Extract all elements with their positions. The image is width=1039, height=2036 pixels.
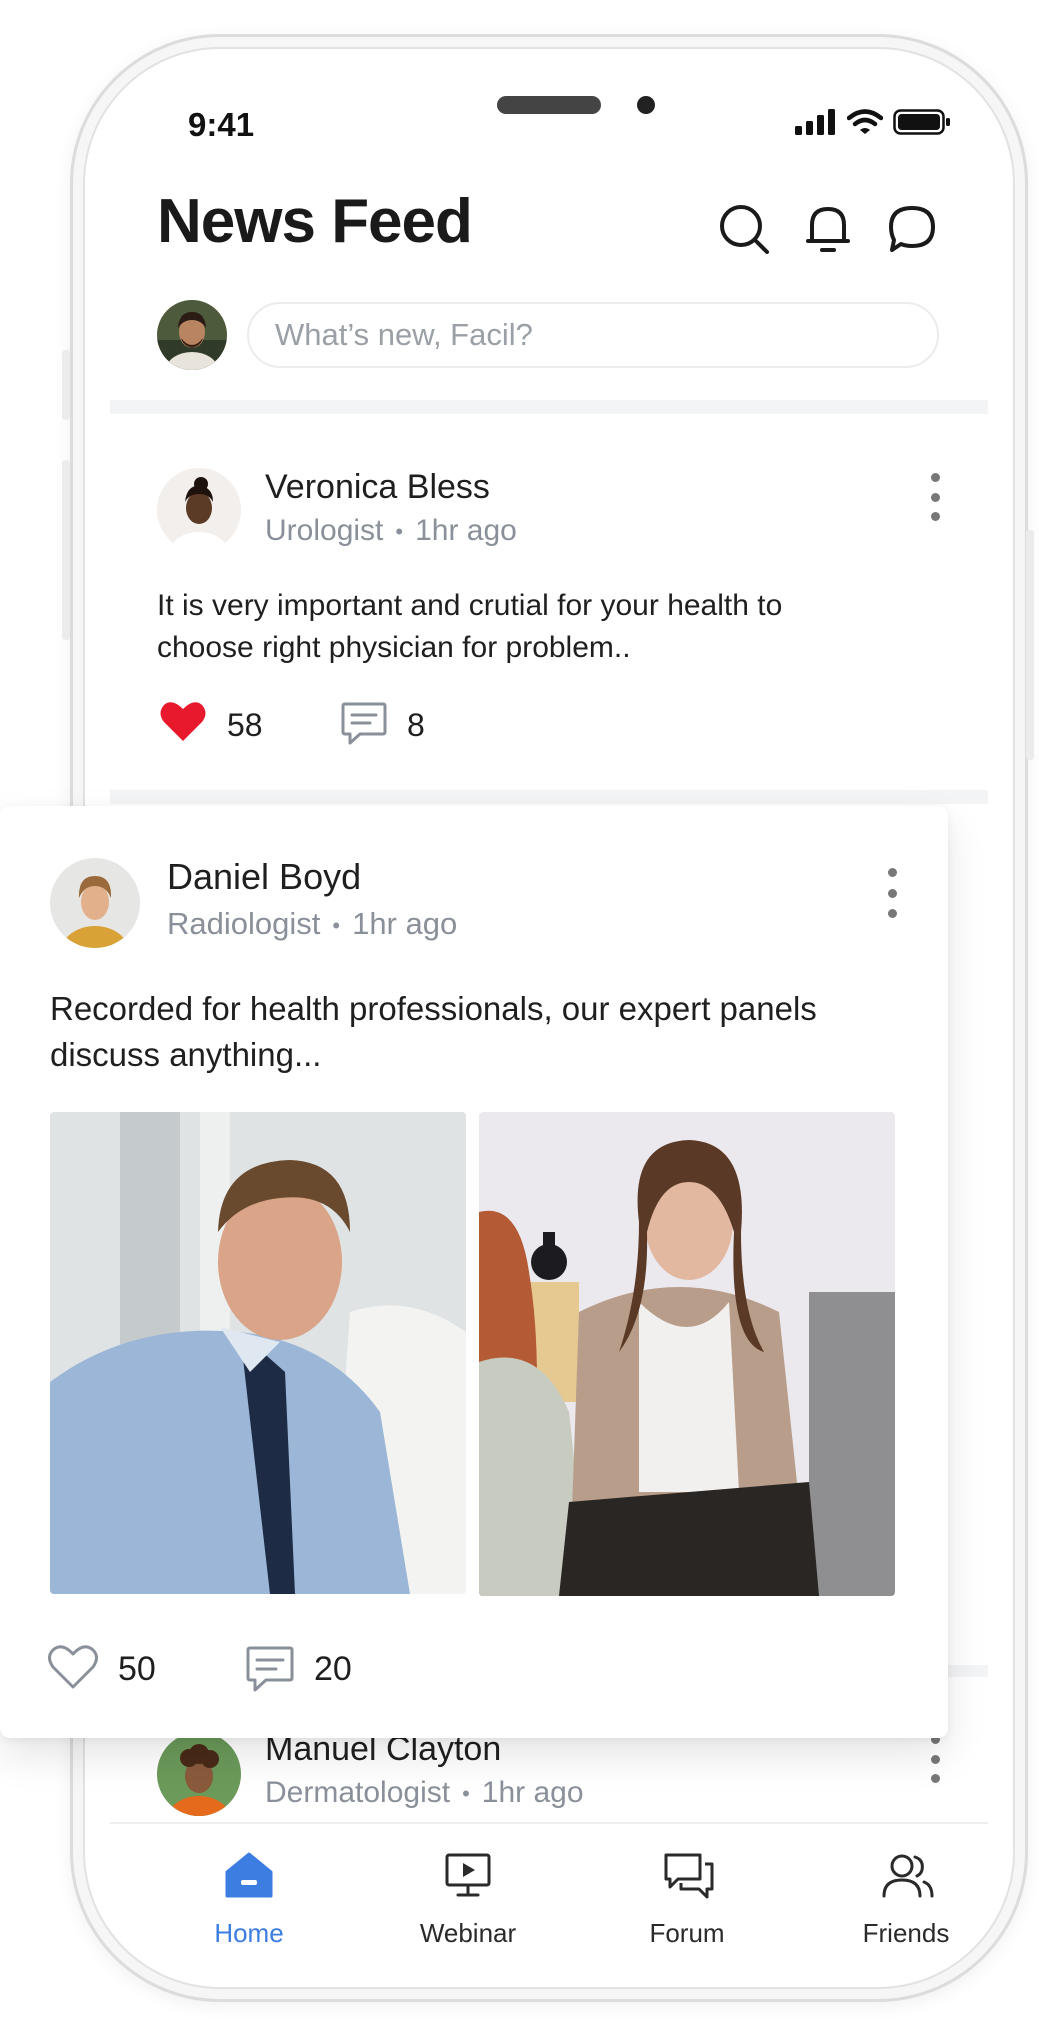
status-time: 9:41 [188, 106, 255, 143]
monitor-play-icon [445, 1853, 491, 1897]
user-avatar[interactable] [157, 300, 227, 370]
post-meta: Radiologist • 1hr ago [167, 906, 457, 942]
speaker-notch [497, 96, 601, 114]
signal-icon [795, 109, 835, 135]
author-role: Urologist [265, 514, 384, 547]
bell-icon[interactable] [802, 203, 854, 255]
message-bubble-icon[interactable] [886, 203, 938, 255]
nav-home[interactable]: Home [169, 1824, 329, 1964]
page-title: News Feed [157, 187, 473, 256]
meta-separator: • [332, 912, 341, 938]
post-card-highlighted[interactable]: Daniel Boyd Radiologist • 1hr ago Recorded… [0, 806, 948, 1738]
author-avatar[interactable] [50, 858, 140, 948]
post-time: 1hr ago [415, 514, 517, 547]
wifi-icon [847, 109, 883, 134]
post-image-doctors[interactable] [50, 1112, 466, 1594]
status-icons [795, 109, 951, 135]
comment-count: 20 [314, 1650, 352, 1688]
post-meta: Urologist • 1hr ago [265, 514, 517, 548]
post-time: 1hr ago [481, 1776, 584, 1809]
home-icon [225, 1852, 273, 1898]
like-count: 50 [118, 1650, 156, 1688]
more-options-icon[interactable] [929, 473, 941, 521]
nav-label: Webinar [419, 1918, 517, 1948]
like-count: 58 [227, 707, 263, 743]
post-text: Recorded for health professionals, our e… [50, 990, 817, 1073]
post-meta: Dermatologist • 1hr ago [265, 1776, 584, 1810]
author-avatar[interactable] [157, 468, 241, 552]
author-name[interactable]: Daniel Boyd [167, 856, 361, 898]
heart-filled-icon[interactable] [160, 700, 206, 742]
comment-icon[interactable] [340, 700, 388, 746]
post-image-consultation[interactable] [479, 1112, 895, 1596]
heart-outline-icon[interactable] [48, 1644, 98, 1690]
meta-separator: • [395, 519, 404, 545]
nav-friends[interactable]: Friends [826, 1824, 986, 1964]
chat-bubbles-icon [664, 1853, 714, 1899]
nav-label: Home [214, 1918, 284, 1948]
phone-side-button [62, 350, 70, 420]
bottom-nav: Home Webinar Forum Friends [110, 1822, 988, 1968]
users-icon [882, 1854, 934, 1898]
phone-side-button [62, 460, 70, 640]
post-text: It is very important and crutial for you… [157, 589, 783, 664]
meta-separator: • [462, 1781, 470, 1807]
more-options-icon[interactable] [929, 1735, 941, 1783]
front-camera [637, 96, 655, 114]
divider [110, 400, 988, 414]
nav-label: Forum [649, 1918, 725, 1948]
author-role: Dermatologist [265, 1776, 451, 1809]
nav-label: Friends [862, 1918, 950, 1948]
battery-icon [893, 109, 950, 135]
nav-forum[interactable]: Forum [607, 1824, 767, 1964]
search-icon[interactable] [718, 203, 770, 255]
author-avatar[interactable] [157, 1732, 241, 1816]
author-role: Radiologist [167, 906, 321, 941]
whats-new-input[interactable]: What’s new, Facil? [247, 302, 939, 368]
divider [110, 790, 988, 804]
comment-icon[interactable] [244, 1644, 296, 1694]
more-options-icon[interactable] [886, 868, 898, 918]
comment-count: 8 [407, 707, 425, 743]
nav-webinar[interactable]: Webinar [388, 1824, 548, 1964]
phone-side-button [1026, 530, 1034, 760]
author-name[interactable]: Veronica Bless [265, 468, 490, 507]
post-time: 1hr ago [352, 906, 458, 941]
